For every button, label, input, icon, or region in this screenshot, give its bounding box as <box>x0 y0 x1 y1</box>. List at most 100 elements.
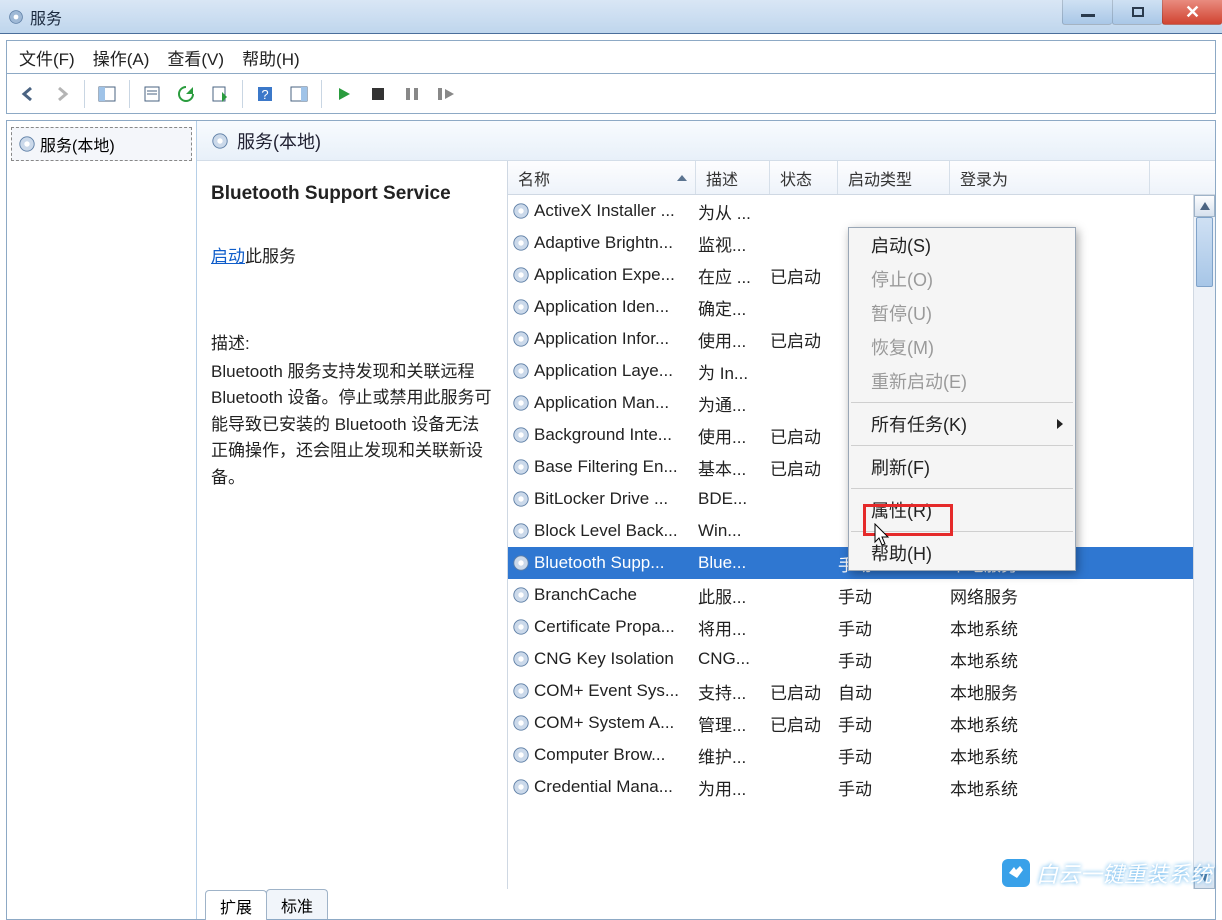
gear-icon <box>512 554 530 572</box>
ctx-pause: 暂停(U) <box>849 296 1075 330</box>
cell-desc: 监视... <box>696 231 770 256</box>
menu-file[interactable]: 文件(F) <box>19 45 75 70</box>
cell-name: Application Infor... <box>508 329 696 349</box>
cell-desc: 支持... <box>696 679 770 704</box>
services-list: 名称 描述 状态 启动类型 登录为 ActiveX Installer ...为… <box>507 161 1215 889</box>
content-header: 服务(本地) <box>197 121 1215 161</box>
cell-desc: 为从 ... <box>696 199 770 224</box>
view-tabs: 扩展 标准 <box>197 889 1215 919</box>
ctx-restart: 重新启动(E) <box>849 364 1075 398</box>
service-row[interactable]: Computer Brow...维护...手动本地系统 <box>508 739 1215 771</box>
cell-name: Application Laye... <box>508 361 696 381</box>
cell-desc: 管理... <box>696 711 770 736</box>
cell-logon: 本地系统 <box>950 711 1150 736</box>
gear-icon <box>512 522 530 540</box>
maximize-button[interactable] <box>1112 0 1162 25</box>
restart-service-button[interactable] <box>431 79 461 109</box>
ctx-resume: 恢复(M) <box>849 330 1075 364</box>
tree-root-services-local[interactable]: 服务(本地) <box>11 127 192 161</box>
ctx-properties[interactable]: 属性(R) <box>849 493 1075 527</box>
col-logon[interactable]: 登录为 <box>950 161 1150 194</box>
main-area: 服务(本地) 服务(本地) Bluetooth Support Service … <box>6 120 1216 920</box>
cell-desc: 使用... <box>696 423 770 448</box>
scroll-thumb[interactable] <box>1196 217 1213 287</box>
start-service-link[interactable]: 启动 <box>211 247 245 266</box>
cell-logon: 本地系统 <box>950 615 1150 640</box>
tree-pane: 服务(本地) <box>7 121 197 919</box>
menu-help[interactable]: 帮助(H) <box>242 45 300 70</box>
export-list-button[interactable] <box>205 79 235 109</box>
cell-desc: 为 In... <box>696 359 770 384</box>
cell-name: Bluetooth Supp... <box>508 553 696 573</box>
menu-action[interactable]: 操作(A) <box>93 45 150 70</box>
help-button[interactable]: ? <box>250 79 280 109</box>
service-row[interactable]: COM+ System A...管理...已启动手动本地系统 <box>508 707 1215 739</box>
cell-status: 已启动 <box>770 327 838 352</box>
detail-service-name: Bluetooth Support Service <box>211 179 493 208</box>
refresh-button[interactable] <box>171 79 201 109</box>
close-button[interactable]: ✕ <box>1162 0 1222 25</box>
menu-view[interactable]: 查看(V) <box>167 45 224 70</box>
ctx-help[interactable]: 帮助(H) <box>849 536 1075 570</box>
cell-status: 已启动 <box>770 263 838 288</box>
scroll-up-button[interactable] <box>1194 195 1215 217</box>
cell-desc: 为用... <box>696 775 770 800</box>
svg-text:?: ? <box>261 87 268 102</box>
cell-name: COM+ Event Sys... <box>508 681 696 701</box>
gear-icon <box>512 266 530 284</box>
cell-desc: 基本... <box>696 455 770 480</box>
ctx-start[interactable]: 启动(S) <box>849 228 1075 262</box>
cell-startup: 手动 <box>838 711 950 736</box>
cell-name: CNG Key Isolation <box>508 649 696 669</box>
show-hide-tree-button[interactable] <box>92 79 122 109</box>
service-row[interactable]: CNG Key IsolationCNG...手动本地系统 <box>508 643 1215 675</box>
tab-standard[interactable]: 标准 <box>266 889 328 919</box>
ctx-all-tasks[interactable]: 所有任务(K) <box>849 407 1075 441</box>
description-label: 描述: <box>211 331 493 357</box>
description-text: Bluetooth 服务支持发现和关联远程 Bluetooth 设备。停止或禁用… <box>211 359 493 491</box>
ctx-refresh[interactable]: 刷新(F) <box>849 450 1075 484</box>
cell-name: Background Inte... <box>508 425 696 445</box>
pause-service-button[interactable] <box>397 79 427 109</box>
services-rows: ActiveX Installer ...为从 ...Adaptive Brig… <box>508 195 1215 889</box>
gear-icon <box>512 458 530 476</box>
cell-logon: 本地系统 <box>950 743 1150 768</box>
col-startup[interactable]: 启动类型 <box>838 161 950 194</box>
cell-desc: BDE... <box>696 489 770 509</box>
gear-icon <box>512 682 530 700</box>
titlebar: 服务 ✕ <box>0 0 1222 34</box>
service-row[interactable]: Credential Mana...为用...手动本地系统 <box>508 771 1215 803</box>
cell-logon: 本地系统 <box>950 775 1150 800</box>
gear-icon <box>512 490 530 508</box>
col-status[interactable]: 状态 <box>770 161 838 194</box>
service-row[interactable]: ActiveX Installer ...为从 ... <box>508 195 1215 227</box>
col-desc[interactable]: 描述 <box>696 161 770 194</box>
vertical-scrollbar[interactable] <box>1193 195 1215 889</box>
gear-icon <box>512 362 530 380</box>
cell-status: 已启动 <box>770 455 838 480</box>
nav-back-button[interactable] <box>13 79 43 109</box>
start-service-button[interactable] <box>329 79 359 109</box>
stop-service-button[interactable] <box>363 79 393 109</box>
properties-button[interactable] <box>137 79 167 109</box>
cell-desc: 维护... <box>696 743 770 768</box>
cell-startup: 手动 <box>838 743 950 768</box>
cell-status: 已启动 <box>770 679 838 704</box>
service-row[interactable]: Certificate Propa...将用...手动本地系统 <box>508 611 1215 643</box>
gear-icon <box>512 650 530 668</box>
action-pane-button[interactable] <box>284 79 314 109</box>
scroll-down-button[interactable] <box>1194 867 1215 889</box>
cell-startup: 自动 <box>838 679 950 704</box>
window-title: 服务 <box>30 5 62 29</box>
gear-icon <box>512 746 530 764</box>
cell-desc: 将用... <box>696 615 770 640</box>
cell-name: BitLocker Drive ... <box>508 489 696 509</box>
minimize-button[interactable] <box>1062 0 1112 25</box>
nav-forward-button[interactable] <box>47 79 77 109</box>
col-name[interactable]: 名称 <box>508 161 696 194</box>
menubar: 文件(F) 操作(A) 查看(V) 帮助(H) <box>6 40 1216 74</box>
service-row[interactable]: COM+ Event Sys...支持...已启动自动本地服务 <box>508 675 1215 707</box>
gear-icon <box>211 132 229 150</box>
service-row[interactable]: BranchCache此服...手动网络服务 <box>508 579 1215 611</box>
detail-pane: Bluetooth Support Service 启动此服务 描述: Blue… <box>197 161 507 889</box>
